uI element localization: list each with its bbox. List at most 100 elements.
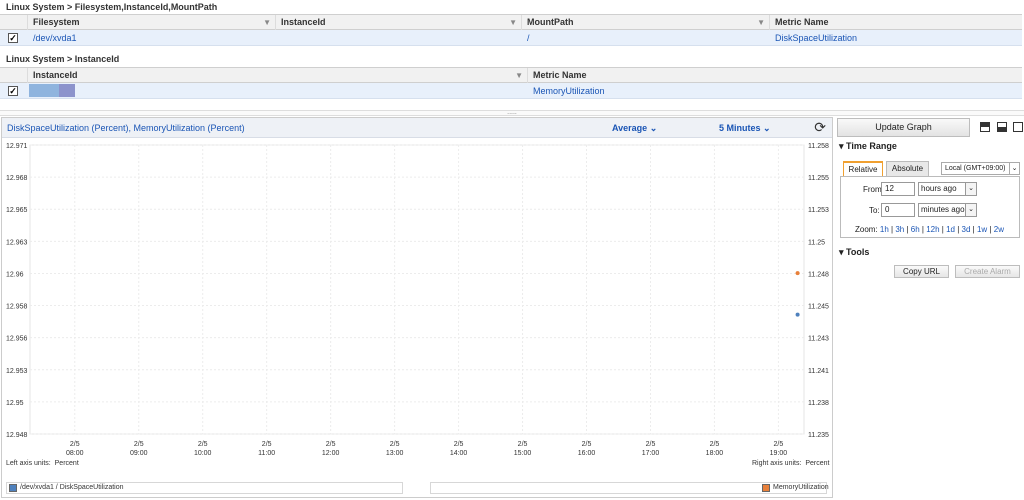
zoom-1w-link[interactable]: 1w — [977, 225, 987, 234]
table2-header: InstanceId ▼ Metric Name — [0, 67, 1022, 84]
to-input[interactable]: 0 — [881, 203, 915, 217]
x-tick-date: 2/5 — [774, 441, 784, 448]
legend-item[interactable]: /dev/xvda1 / DiskSpaceUtilization — [6, 482, 403, 494]
x-tick-time: 11:00 — [258, 450, 275, 457]
y-tick-left: 12.965 — [6, 207, 28, 214]
right-axis-units: Right axis units: Percent — [752, 460, 830, 467]
y-tick-right: 11.245 — [808, 304, 829, 311]
layout-full-icon[interactable] — [1013, 122, 1023, 132]
tools-heading[interactable]: ▾ Tools — [839, 247, 869, 258]
statistic-dropdown[interactable]: Average ⌄ — [612, 123, 657, 134]
col-metric-name[interactable]: Metric Name — [769, 15, 1022, 31]
refresh-icon[interactable]: ⟳ — [814, 120, 826, 134]
cell-instanceid — [30, 83, 35, 99]
from-unit-select[interactable]: hours ago ⌄ — [918, 182, 977, 196]
y-tick-left: 12.95 — [6, 400, 24, 407]
redacted-block — [59, 84, 75, 97]
zoom-1d-link[interactable]: 1d — [946, 225, 955, 234]
y-tick-right: 11.235 — [808, 432, 829, 439]
x-tick-date: 2/5 — [710, 441, 720, 448]
sort-arrow-icon[interactable]: ▼ — [515, 68, 523, 83]
zoom-1h-link[interactable]: 1h — [880, 225, 889, 234]
x-tick-time: 16:00 — [578, 450, 596, 457]
y-tick-right: 11.243 — [808, 336, 829, 343]
col-filesystem[interactable]: Filesystem ▼ — [27, 15, 275, 31]
left-axis-units: Left axis units: Percent — [6, 460, 79, 467]
x-tick-date: 2/5 — [582, 441, 592, 448]
legend-item[interactable]: MemoryUtilization — [430, 482, 829, 494]
relative-range-form: From: 12 hours ago ⌄ To: 0 minutes ago ⌄ Z… — [840, 176, 1020, 238]
legend-swatch — [762, 484, 770, 492]
sort-arrow-icon[interactable]: ▼ — [509, 15, 517, 30]
legend-label: MemoryUtilization — [773, 484, 829, 491]
zoom-3d-link[interactable]: 3d — [962, 225, 971, 234]
chevron-down-icon: ⌄ — [763, 123, 771, 133]
graph-title: DiskSpaceUtilization (Percent), MemoryUt… — [7, 123, 245, 133]
col-mountpath[interactable]: MountPath ▼ — [521, 15, 769, 31]
tab-absolute[interactable]: Absolute — [886, 161, 929, 176]
splitter-grip[interactable]: ..... — [507, 109, 517, 116]
triangle-down-icon: ▾ — [839, 141, 844, 151]
plot-frame — [29, 144, 805, 435]
x-tick-time: 09:00 — [130, 450, 148, 457]
cell-metric-name: MemoryUtilization — [533, 86, 605, 96]
layout-top-icon[interactable] — [980, 122, 990, 132]
layout-bottom-icon[interactable] — [997, 122, 1007, 132]
timezone-select[interactable]: Local (GMT+09:00) ⌄ — [941, 162, 1020, 175]
y-tick-left: 12.956 — [6, 336, 28, 343]
sort-arrow-icon[interactable]: ▼ — [263, 15, 271, 30]
x-tick-time: 08:00 — [66, 450, 84, 457]
table1-title: Linux System > Filesystem,InstanceId,Mou… — [0, 0, 1024, 14]
copy-url-button[interactable]: Copy URL — [894, 265, 949, 278]
x-tick-time: 12:00 — [322, 450, 340, 457]
col-instanceid[interactable]: InstanceId ▼ — [275, 15, 521, 31]
sort-arrow-icon[interactable]: ▼ — [757, 15, 765, 30]
y-tick-right: 11.238 — [808, 400, 829, 407]
y-tick-left: 12.958 — [6, 304, 28, 311]
to-unit-select[interactable]: minutes ago ⌄ — [918, 203, 977, 217]
zoom-12h-link[interactable]: 12h — [926, 225, 939, 234]
zoom-links: Zoom: 1h | 3h | 6h | 12h | 1d | 3d | 1w … — [855, 225, 1004, 234]
x-tick-time: 18:00 — [706, 450, 724, 457]
y-tick-right: 11.248 — [808, 271, 829, 278]
x-tick-date: 2/5 — [390, 441, 400, 448]
x-tick-time: 19:00 — [770, 450, 788, 457]
from-input[interactable]: 12 — [881, 182, 915, 196]
row-checkbox[interactable]: ✓ — [8, 86, 18, 96]
graph-panel: DiskSpaceUtilization (Percent), MemoryUt… — [1, 117, 833, 498]
col-instanceid[interactable]: InstanceId ▼ — [27, 68, 527, 84]
chevron-down-icon: ⌄ — [1009, 163, 1019, 174]
x-tick-date: 2/5 — [646, 441, 656, 448]
cell-mountpath: / — [527, 33, 530, 43]
x-tick-date: 2/5 — [326, 441, 336, 448]
y-tick-left: 12.963 — [6, 239, 28, 246]
create-alarm-button: Create Alarm — [955, 265, 1020, 278]
x-tick-time: 15:00 — [514, 450, 532, 457]
table-row[interactable]: ✓ MemoryUtilization — [0, 83, 1022, 99]
x-tick-date: 2/5 — [134, 441, 144, 448]
row-checkbox[interactable]: ✓ — [8, 33, 18, 43]
data-point — [795, 271, 800, 276]
period-dropdown[interactable]: 5 Minutes ⌄ — [719, 123, 771, 134]
graph-toolbar: DiskSpaceUtilization (Percent), MemoryUt… — [2, 118, 832, 138]
x-tick-date: 2/5 — [70, 441, 80, 448]
update-graph-button[interactable]: Update Graph — [837, 118, 970, 137]
table-row[interactable]: ✓ /dev/xvda1 / DiskSpaceUtilization — [0, 30, 1022, 46]
legend-label: /dev/xvda1 / DiskSpaceUtilization — [20, 484, 124, 491]
panel-splitter[interactable]: ..... — [0, 109, 1024, 116]
time-range-heading[interactable]: ▾ Time Range — [839, 141, 897, 152]
x-tick-time: 17:00 — [642, 450, 660, 457]
y-tick-left: 12.96 — [6, 271, 24, 278]
cell-filesystem: /dev/xvda1 — [33, 33, 77, 43]
x-tick-date: 2/5 — [198, 441, 208, 448]
tab-relative[interactable]: Relative — [843, 161, 883, 176]
zoom-label: Zoom: — [855, 225, 878, 234]
zoom-3h-link[interactable]: 3h — [895, 225, 904, 234]
table1-header: Filesystem ▼ InstanceId ▼ MountPath ▼ Metri… — [0, 14, 1022, 31]
zoom-2w-link[interactable]: 2w — [994, 225, 1004, 234]
zoom-6h-link[interactable]: 6h — [911, 225, 920, 234]
col-metric-name[interactable]: Metric Name — [527, 68, 1022, 84]
x-tick-time: 10:00 — [194, 450, 212, 457]
y-tick-right: 11.253 — [808, 207, 829, 214]
legend-swatch — [9, 484, 17, 492]
